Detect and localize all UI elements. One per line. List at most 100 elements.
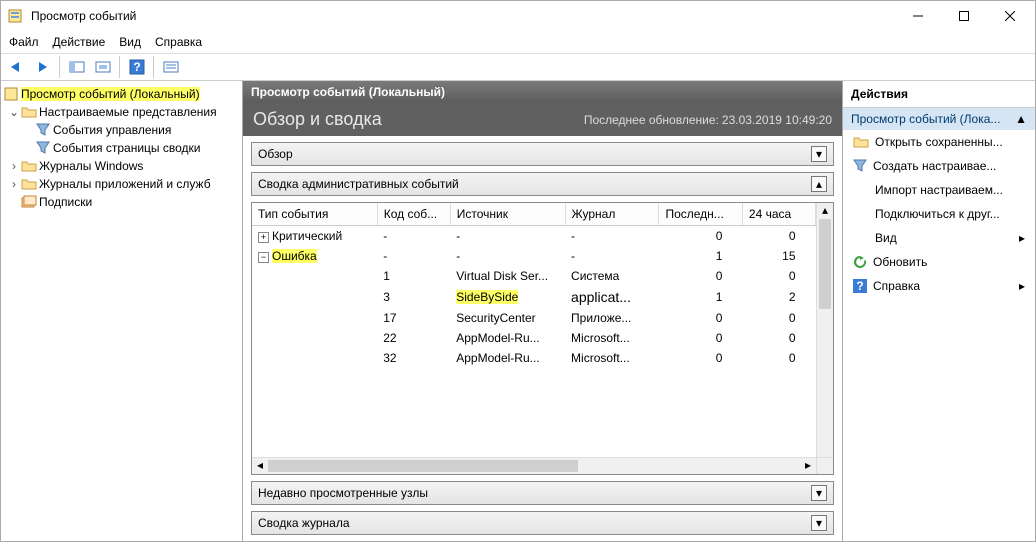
subscriptions-icon <box>21 194 37 210</box>
maximize-button[interactable] <box>941 1 987 31</box>
chevron-down-icon[interactable]: ▾ <box>811 485 827 501</box>
action-connect[interactable]: Подключиться к друг... <box>843 202 1035 226</box>
accordion-admin-summary[interactable]: Сводка административных событий ▴ <box>251 172 834 196</box>
menu-view[interactable]: Вид <box>119 35 141 49</box>
expand-icon[interactable]: › <box>7 159 21 173</box>
chevron-up-icon[interactable]: ▴ <box>811 176 827 192</box>
svg-text:?: ? <box>856 279 863 293</box>
action-help[interactable]: ? Справка ▸ <box>843 274 1035 298</box>
chevron-right-icon: ▸ <box>1019 231 1025 245</box>
col-log[interactable]: Журнал <box>565 203 659 226</box>
tree-label: События страницы сводки <box>53 141 200 155</box>
menubar: Файл Действие Вид Справка <box>1 31 1035 53</box>
collapse-icon[interactable]: ⌄ <box>7 105 21 119</box>
filter-icon <box>35 122 51 138</box>
expand-icon[interactable]: › <box>7 177 21 191</box>
tree-root-label: Просмотр событий (Локальный) <box>21 87 200 101</box>
col-code[interactable]: Код соб... <box>377 203 450 226</box>
action-open-saved[interactable]: Открыть сохраненны... <box>843 130 1035 154</box>
tree-app-logs[interactable]: › Журналы приложений и служб <box>3 175 240 193</box>
admin-events-grid: Тип события Код соб... Источник Журнал П… <box>251 202 834 475</box>
filter-icon <box>35 140 51 156</box>
minimize-button[interactable] <box>895 1 941 31</box>
back-button[interactable] <box>5 55 29 79</box>
titlebar: Просмотр событий <box>1 1 1035 31</box>
accordion-recent-nodes[interactable]: Недавно просмотренные узлы ▾ <box>251 481 834 505</box>
menu-action[interactable]: Действие <box>53 35 106 49</box>
col-24h[interactable]: 24 часа <box>742 203 815 226</box>
accordion-label: Обзор <box>258 147 293 161</box>
eventviewer-icon <box>3 86 19 102</box>
chevron-down-icon[interactable]: ▾ <box>811 515 827 531</box>
accordion-label: Сводка журнала <box>258 516 350 530</box>
chevron-down-icon[interactable]: ▾ <box>811 146 827 162</box>
menu-file[interactable]: Файл <box>9 35 39 49</box>
tree-windows-logs[interactable]: › Журналы Windows <box>3 157 240 175</box>
col-type[interactable]: Тип события <box>252 203 377 226</box>
tree-label: Журналы Windows <box>39 159 143 173</box>
table-row[interactable]: 17SecurityCenterПриложе...00 <box>252 308 816 328</box>
table-row[interactable]: 3SideBySideapplicat...12 <box>252 286 816 308</box>
properties-button[interactable] <box>91 55 115 79</box>
col-source[interactable]: Источник <box>450 203 565 226</box>
action-view[interactable]: Вид ▸ <box>843 226 1035 250</box>
tree-label: Настраиваемые представления <box>39 105 217 119</box>
menu-help[interactable]: Справка <box>155 35 202 49</box>
folder-open-icon <box>853 135 869 149</box>
folder-icon <box>21 176 37 192</box>
actions-panel: Действия Просмотр событий (Лока... ▲ Отк… <box>843 81 1035 541</box>
forward-button[interactable] <box>31 55 55 79</box>
tree-label: Журналы приложений и служб <box>39 177 211 191</box>
tree-label: События управления <box>53 123 171 137</box>
collapse-icon[interactable]: ▲ <box>1015 112 1027 126</box>
last-updated: Последнее обновление: 23.03.2019 10:49:2… <box>584 113 832 127</box>
action-refresh[interactable]: Обновить <box>843 250 1035 274</box>
separator <box>153 56 155 78</box>
refresh-icon <box>853 255 867 269</box>
overview-heading: Обзор и сводка <box>253 109 382 130</box>
tree-custom-views[interactable]: ⌄ Настраиваемые представления <box>3 103 240 121</box>
events-table[interactable]: Тип события Код соб... Источник Журнал П… <box>252 203 816 368</box>
actions-title: Действия <box>843 81 1035 108</box>
accordion-log-summary[interactable]: Сводка журнала ▾ <box>251 511 834 535</box>
toolbar: ? <box>1 53 1035 81</box>
accordion-label: Недавно просмотренные узлы <box>258 486 428 500</box>
filter-icon <box>853 159 867 173</box>
table-row[interactable]: +Критический---00 <box>252 226 816 247</box>
show-tree-button[interactable] <box>65 55 89 79</box>
tree-subscriptions[interactable]: Подписки <box>3 193 240 211</box>
tree-mgmt-events[interactable]: События управления <box>3 121 240 139</box>
table-row[interactable]: 1Virtual Disk Ser...Система00 <box>252 266 816 286</box>
separator <box>119 56 121 78</box>
table-row[interactable]: 22AppModel-Ru...Microsoft...00 <box>252 328 816 348</box>
tree-root[interactable]: Просмотр событий (Локальный) <box>3 85 240 103</box>
close-button[interactable] <box>987 1 1033 31</box>
help-button[interactable]: ? <box>125 55 149 79</box>
help-icon: ? <box>853 279 867 293</box>
chevron-right-icon: ▸ <box>1019 279 1025 293</box>
col-last[interactable]: Последн... <box>659 203 742 226</box>
table-row[interactable]: 32AppModel-Ru...Microsoft...00 <box>252 348 816 368</box>
app-icon <box>7 8 23 24</box>
row-expander[interactable]: − <box>258 252 269 263</box>
horizontal-scrollbar[interactable]: ◂ ▸ <box>252 457 833 474</box>
accordion-label: Сводка административных событий <box>258 177 459 191</box>
center-title: Просмотр событий (Локальный) <box>243 81 842 103</box>
folder-icon <box>21 104 37 120</box>
tree-label: Подписки <box>39 195 92 209</box>
actions-context-header: Просмотр событий (Лока... ▲ <box>843 108 1035 130</box>
row-expander[interactable]: + <box>258 232 269 243</box>
svg-text:?: ? <box>133 60 140 74</box>
vertical-scrollbar[interactable]: ▴ <box>816 203 833 457</box>
separator <box>59 56 61 78</box>
action-import-custom[interactable]: Импорт настраиваем... <box>843 178 1035 202</box>
center-panel: Просмотр событий (Локальный) Обзор и сво… <box>243 81 843 541</box>
window-title: Просмотр событий <box>31 9 136 23</box>
action-create-custom[interactable]: Создать настраивае... <box>843 154 1035 178</box>
tree-summary-events[interactable]: События страницы сводки <box>3 139 240 157</box>
table-row[interactable]: −Ошибка---115 <box>252 246 816 266</box>
overview-header: Обзор и сводка Последнее обновление: 23.… <box>243 103 842 136</box>
list-button[interactable] <box>159 55 183 79</box>
accordion-overview[interactable]: Обзор ▾ <box>251 142 834 166</box>
tree-panel: Просмотр событий (Локальный) ⌄ Настраива… <box>1 81 243 541</box>
